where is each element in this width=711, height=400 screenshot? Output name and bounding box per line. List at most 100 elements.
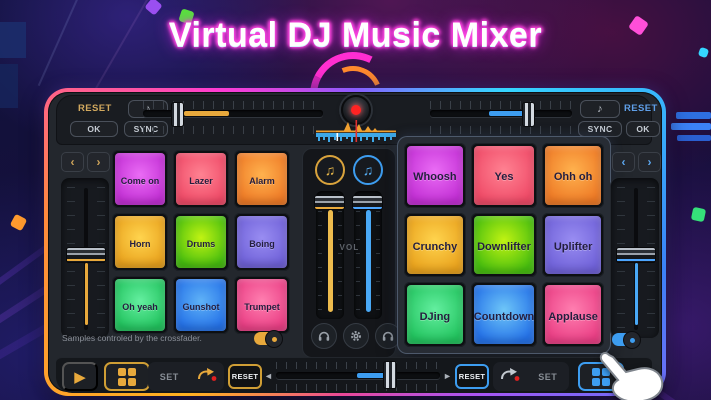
right-pitch-reset-label[interactable]: RESET [624,103,658,114]
sample-pad-boing[interactable]: Boing [237,216,287,268]
right-volume-rod [366,210,371,312]
left-deck-fader-handle[interactable] [66,247,106,263]
left-pitch-reset-label[interactable]: RESET [78,103,112,114]
left-prev-bank-button[interactable]: ‹ [61,152,84,172]
left-volume-handle[interactable] [314,195,345,210]
bg-bar [671,123,711,130]
crossfader-ticks [276,384,440,391]
sample-pad-cell: Crunchy [404,213,466,278]
sample-pad-cell: DJing [404,282,466,347]
music-notes-icon: ♫ [325,162,336,178]
toggle-knob [265,330,283,348]
play-button[interactable]: ▶ [62,362,98,391]
left-next-bank-button[interactable]: › [87,152,110,172]
sample-pad-label: Yes [495,171,514,183]
sample-pad-gunshot[interactable]: Gunshot [176,279,226,331]
sample-pad-cell: Trumpet [234,276,290,334]
right-reset-button[interactable]: RESET [455,364,489,389]
bg-bar [677,135,711,141]
sample-pad-label: Come on [121,176,160,186]
sample-pad-downlifter[interactable]: Downlifter [474,216,534,275]
sample-pad-ohh-oh[interactable]: Ohh oh [545,146,601,205]
left-loop-button[interactable] [196,367,218,386]
sample-pad-djing[interactable]: DJing [407,285,463,344]
right-set-button[interactable]: SET [532,371,563,383]
chevron-right-icon: › [648,155,652,169]
left-track-button[interactable]: ♫ [315,155,345,185]
left-volume-rod [328,210,333,312]
sample-pad-cell: Come on [112,150,168,208]
right-next-bank-button[interactable]: › [638,152,661,172]
right-sample-panel: Whoosh Yes Ohh oh Crunchy Downlifter Uplifter… [397,136,611,354]
sample-pad-label: Gunshot [183,302,220,312]
left-pitch-ticks [143,101,323,109]
play-icon: ▶ [74,368,86,386]
sample-pad-yes[interactable]: Yes [474,146,534,205]
note-icon: ♪ [597,103,603,115]
sample-pad-uplifter[interactable]: Uplifter [545,216,601,275]
left-set-button[interactable]: SET [154,371,185,383]
sample-pad-cell: Ohh oh [542,143,604,208]
sample-pad-cell: Applause [542,282,604,347]
sample-pad-label: Uplifter [554,241,593,253]
right-loop-button[interactable] [499,367,521,386]
sample-pad-label: Countdown [474,311,534,323]
volume-ticks [338,197,342,313]
right-deck-fader[interactable] [610,177,660,339]
hand-cursor-icon [598,350,670,400]
record-dot-icon [351,105,361,115]
sample-pad-whoosh[interactable]: Whoosh [407,146,463,205]
crossfader-right-arrow-icon[interactable]: ► [443,371,452,381]
volume-ticks [318,197,322,313]
sample-pad-label: Lazer [189,176,213,186]
left-deck-fader[interactable] [60,177,110,339]
music-notes-icon: ♫ [363,162,374,178]
sample-pad-trumpet[interactable]: Trumpet [237,279,287,331]
chevron-left-icon: ‹ [71,155,75,169]
volume-ticks [376,197,380,313]
left-pads-button[interactable] [104,362,150,391]
sample-pad-label: Ohh oh [554,171,593,183]
sample-pad-cell: Alarm [234,150,290,208]
headphones-icon [318,330,330,342]
sample-pad-drums[interactable]: Drums [176,216,226,268]
sample-pad-label: Downlifter [477,241,531,253]
sample-pad-crunchy[interactable]: Crunchy [407,216,463,275]
sample-pad-label: Horn [130,239,151,249]
app-screen: Virtual DJ Music Mixer RESET ♪ OK SYNC ♪… [0,0,711,400]
sample-pad-alarm[interactable]: Alarm [237,153,287,205]
sample-pad-label: Applause [548,311,598,323]
left-pitch-handle[interactable] [171,102,184,127]
right-volume-handle[interactable] [352,195,383,210]
left-reset-button[interactable]: RESET [228,364,262,389]
sample-pad-cell: Uplifter [542,213,604,278]
right-pitch-handle[interactable] [522,102,535,127]
left-pitch-ticks [143,126,323,134]
left-loop-group: SET [148,362,224,391]
right-track-button[interactable]: ♫ [353,155,383,185]
left-sample-pad-grid: Come on Lazer Alarm Horn DrumsBoing Oh yeah Gu… [112,150,290,334]
right-keylock-button[interactable]: ♪ [580,100,620,118]
left-pitch-slider[interactable] [143,110,323,117]
crossfader-handle[interactable] [383,361,397,389]
settings-gear-button[interactable] [343,323,369,349]
left-cue-headphones-button[interactable] [311,323,337,349]
right-crossfader-toggle[interactable] [612,333,639,346]
sample-pad-come-on[interactable]: Come on [115,153,165,205]
sample-pad-applause[interactable]: Applause [545,285,601,344]
sample-pad-countdown[interactable]: Countdown [474,285,534,344]
left-ok-button[interactable]: OK [70,121,118,137]
right-pitch-ticks [430,126,572,134]
sample-pad-label: Alarm [249,176,275,186]
sample-pad-horn[interactable]: Horn [115,216,165,268]
sample-pad-cell: Lazer [173,150,229,208]
sample-pad-lazer[interactable]: Lazer [176,153,226,205]
right-prev-bank-button[interactable]: ‹ [612,152,635,172]
sample-pad-oh-yeah[interactable]: Oh yeah [115,279,165,331]
right-deck-fader-handle[interactable] [616,247,656,263]
right-ok-button[interactable]: OK [626,121,660,137]
left-crossfader-toggle[interactable] [254,332,281,345]
right-loop-group: SET [493,362,569,391]
right-sync-button[interactable]: SYNC [578,121,622,137]
crossfader-left-arrow-icon[interactable]: ◄ [264,371,273,381]
